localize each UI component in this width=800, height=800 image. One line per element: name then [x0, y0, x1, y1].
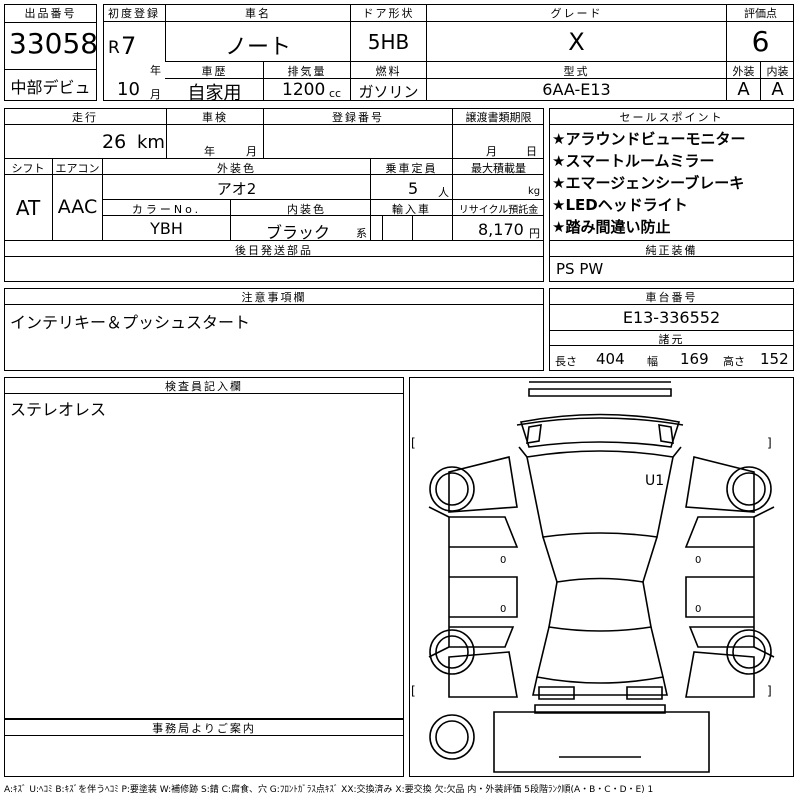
sales-point-3: ★エマージェンシーブレーキ: [552, 174, 745, 192]
registration-number-label: 登録番号: [332, 111, 384, 124]
shift: AT: [15, 196, 41, 220]
interior-score-label: 内装: [766, 65, 789, 78]
first-registration-year: 7: [121, 32, 137, 60]
capacity: 5: [408, 179, 419, 198]
displacement-label: 排気量: [287, 65, 327, 78]
fuel-label: 燃料: [375, 65, 402, 78]
sales-point-1: ★アラウンドビューモニター: [552, 130, 746, 148]
diagram-mark-u1: U1: [645, 473, 664, 489]
notes-text: インテリキー＆プッシュスタート: [10, 313, 251, 332]
sales-point-5: ★踏み間違い防止: [552, 218, 671, 236]
transfer-deadline-label: 譲渡書類期限: [465, 111, 532, 124]
inspector-remarks: ステレオレス: [10, 400, 107, 419]
displacement-unit: cc: [329, 87, 342, 100]
diagram-bracket-br: ]: [767, 684, 772, 698]
transfer-month-unit: 月: [486, 145, 497, 158]
specs-label: 諸元: [658, 333, 685, 346]
sales-point-2: ★スマートルームミラー: [552, 152, 715, 170]
max-load-label: 最大積載量: [471, 162, 526, 175]
fuel: ガソリン: [358, 83, 419, 101]
recycle-deposit: 8,170: [478, 220, 524, 239]
mileage-unit: km: [137, 132, 165, 153]
grade: X: [568, 28, 585, 56]
chassis-number: E13-336552: [622, 308, 721, 327]
width-label: 幅: [647, 355, 658, 368]
auction-venue: 中部デビュ: [10, 78, 91, 97]
score: 6: [751, 25, 770, 58]
sales-points-label: セールスポイント: [619, 111, 724, 124]
aircon-label: エアコン: [55, 162, 100, 175]
sales-point-4: ★LEDヘッドライト: [552, 196, 688, 214]
capacity-unit: 人: [438, 186, 449, 199]
import-label: 輸入車: [392, 203, 431, 216]
aircon: AAC: [57, 196, 98, 218]
notes-label: 注意事項欄: [241, 291, 307, 304]
lot-number-box: 出品番号 33058 中部デビュ: [4, 4, 99, 101]
door-type-label: ドア形状: [362, 7, 415, 20]
office-label: 事務局よりご案内: [152, 722, 256, 735]
diagram-zero-2: 0: [695, 555, 701, 566]
transfer-day-unit: 日: [526, 145, 537, 158]
door-type: 5HB: [367, 30, 410, 54]
history-label: 車歴: [201, 65, 228, 78]
mileage: 26: [102, 131, 127, 153]
interior-score: A: [771, 79, 784, 100]
diagram-bracket-tr: ]: [767, 436, 772, 450]
equipment-label: 純正装備: [645, 244, 698, 257]
width: 169: [680, 350, 709, 368]
inspection-month-unit: 月: [246, 145, 257, 158]
color-number: YBH: [150, 219, 183, 238]
equipment: PS PW: [556, 260, 604, 278]
diagram-bracket-tl: [: [411, 436, 416, 450]
first-registration-label: 初度登録: [108, 7, 160, 20]
first-registration-month: 10: [117, 79, 140, 100]
recycle-deposit-label: リサイクル預託金: [458, 205, 539, 216]
grade-label: グレード: [550, 7, 603, 20]
exterior-color: アオ2: [216, 180, 257, 198]
lot-number-label: 出品番号: [24, 7, 77, 20]
history: 自家用: [187, 83, 242, 104]
interior-color: ブラック: [266, 223, 331, 242]
first-registration-month-unit: 月: [150, 88, 161, 101]
diagram-zero-3: 0: [500, 604, 506, 615]
color-number-label: カラーNo.: [131, 203, 202, 216]
exterior-score: A: [737, 79, 750, 100]
mileage-label: 走行: [72, 111, 98, 124]
height-label: 高さ: [723, 355, 745, 368]
later-parts-label: 後日発送部品: [235, 244, 313, 257]
diagram-bracket-bl: [: [411, 684, 416, 698]
car-name-label: 車名: [245, 7, 271, 20]
chassis-label: 車台番号: [645, 291, 698, 304]
recycle-deposit-unit: 円: [529, 227, 540, 240]
inspection-label: 車検: [202, 111, 228, 124]
score-label: 評価点: [744, 7, 777, 20]
exterior-score-label: 外装: [732, 65, 755, 78]
model-code: 6AA-E13: [542, 80, 611, 99]
displacement: 1200: [282, 80, 326, 100]
car-diagram: U1 0 0 0 0 [ ] [ ]: [411, 381, 775, 773]
car-name: ノート: [224, 35, 291, 60]
inspector-label: 検査員記入欄: [165, 380, 243, 393]
interior-color-suffix: 系: [356, 227, 367, 240]
first-registration-year-unit: 年: [150, 64, 161, 77]
first-registration-era: R: [108, 38, 120, 58]
diagram-zero-4: 0: [695, 604, 701, 615]
lot-number: 33058: [9, 27, 99, 60]
height: 152: [760, 350, 789, 368]
length: 404: [596, 350, 625, 368]
max-load-unit: kg: [528, 186, 541, 197]
length-label: 長さ: [555, 355, 577, 368]
shift-label: シフト: [11, 162, 45, 175]
exterior-color-label: 外装色: [217, 162, 256, 175]
damage-legend: A:ｷｽﾞ U:ﾍｺﾐ B:ｷｽﾞを伴うﾍｺﾐ P:要塗装 W:補修跡 S:錆 …: [4, 785, 654, 795]
inspection-year-unit: 年: [204, 145, 215, 158]
model-label: 型式: [563, 65, 590, 78]
interior-color-label: 内装色: [287, 203, 326, 216]
diagram-zero-1: 0: [500, 555, 506, 566]
inspector-box: [4, 377, 404, 719]
capacity-label: 乗車定員: [385, 162, 438, 175]
